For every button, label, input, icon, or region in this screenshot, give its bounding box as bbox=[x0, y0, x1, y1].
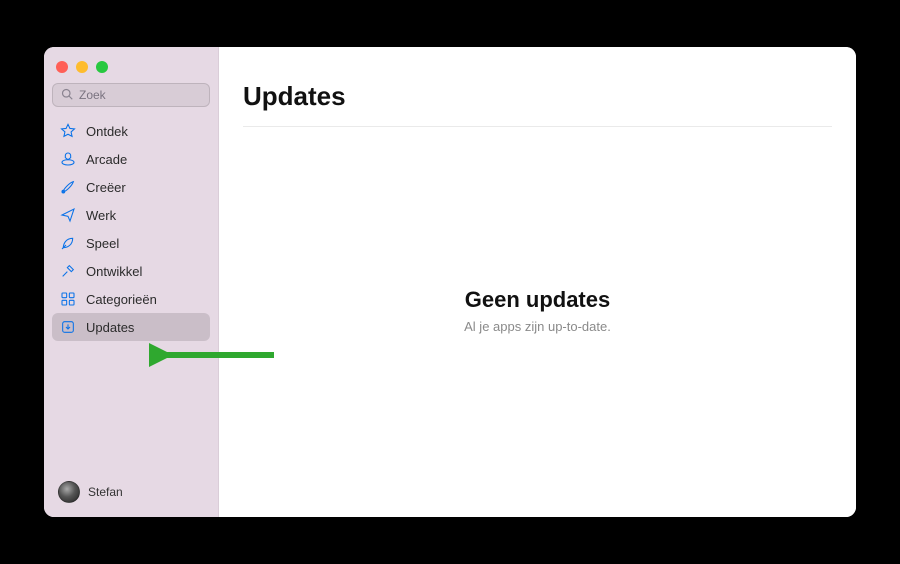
empty-state: Geen updates Al je apps zijn up-to-date. bbox=[243, 127, 832, 493]
rocket-icon bbox=[60, 235, 76, 251]
app-window: Zoek Ontdek Arcade Creëer bbox=[44, 47, 856, 517]
main-content: Updates Geen updates Al je apps zijn up-… bbox=[219, 47, 856, 517]
empty-heading: Geen updates bbox=[465, 287, 610, 313]
sidebar-item-label: Ontwikkel bbox=[86, 264, 142, 279]
empty-subtext: Al je apps zijn up-to-date. bbox=[464, 319, 611, 334]
sidebar-item-updates[interactable]: Updates bbox=[52, 313, 210, 341]
star-icon bbox=[60, 123, 76, 139]
arcade-icon bbox=[60, 151, 76, 167]
sidebar-item-work[interactable]: Werk bbox=[52, 201, 210, 229]
sidebar-item-label: Ontdek bbox=[86, 124, 128, 139]
sidebar-item-categories[interactable]: Categorieën bbox=[52, 285, 210, 313]
search-input[interactable]: Zoek bbox=[52, 83, 210, 107]
search-placeholder: Zoek bbox=[79, 88, 106, 102]
sidebar-item-label: Arcade bbox=[86, 152, 127, 167]
user-name: Stefan bbox=[88, 485, 123, 499]
search-icon bbox=[61, 88, 73, 103]
page-title: Updates bbox=[243, 81, 832, 127]
download-icon bbox=[60, 319, 76, 335]
sidebar-item-label: Werk bbox=[86, 208, 116, 223]
sidebar-item-label: Creëer bbox=[86, 180, 126, 195]
brush-icon bbox=[60, 179, 76, 195]
sidebar-item-label: Updates bbox=[86, 320, 134, 335]
sidebar-item-discover[interactable]: Ontdek bbox=[52, 117, 210, 145]
account-button[interactable]: Stefan bbox=[52, 477, 210, 507]
grid-icon bbox=[60, 291, 76, 307]
sidebar: Zoek Ontdek Arcade Creëer bbox=[44, 47, 219, 517]
sidebar-item-develop[interactable]: Ontwikkel bbox=[52, 257, 210, 285]
avatar bbox=[58, 481, 80, 503]
sidebar-item-arcade[interactable]: Arcade bbox=[52, 145, 210, 173]
sidebar-item-create[interactable]: Creëer bbox=[52, 173, 210, 201]
window-controls bbox=[52, 57, 210, 83]
hammer-icon bbox=[60, 263, 76, 279]
paperplane-icon bbox=[60, 207, 76, 223]
fullscreen-window-button[interactable] bbox=[96, 61, 108, 73]
sidebar-item-label: Categorieën bbox=[86, 292, 157, 307]
sidebar-item-label: Speel bbox=[86, 236, 119, 251]
minimize-window-button[interactable] bbox=[76, 61, 88, 73]
close-window-button[interactable] bbox=[56, 61, 68, 73]
sidebar-nav: Ontdek Arcade Creëer Werk bbox=[52, 117, 210, 341]
sidebar-item-play[interactable]: Speel bbox=[52, 229, 210, 257]
